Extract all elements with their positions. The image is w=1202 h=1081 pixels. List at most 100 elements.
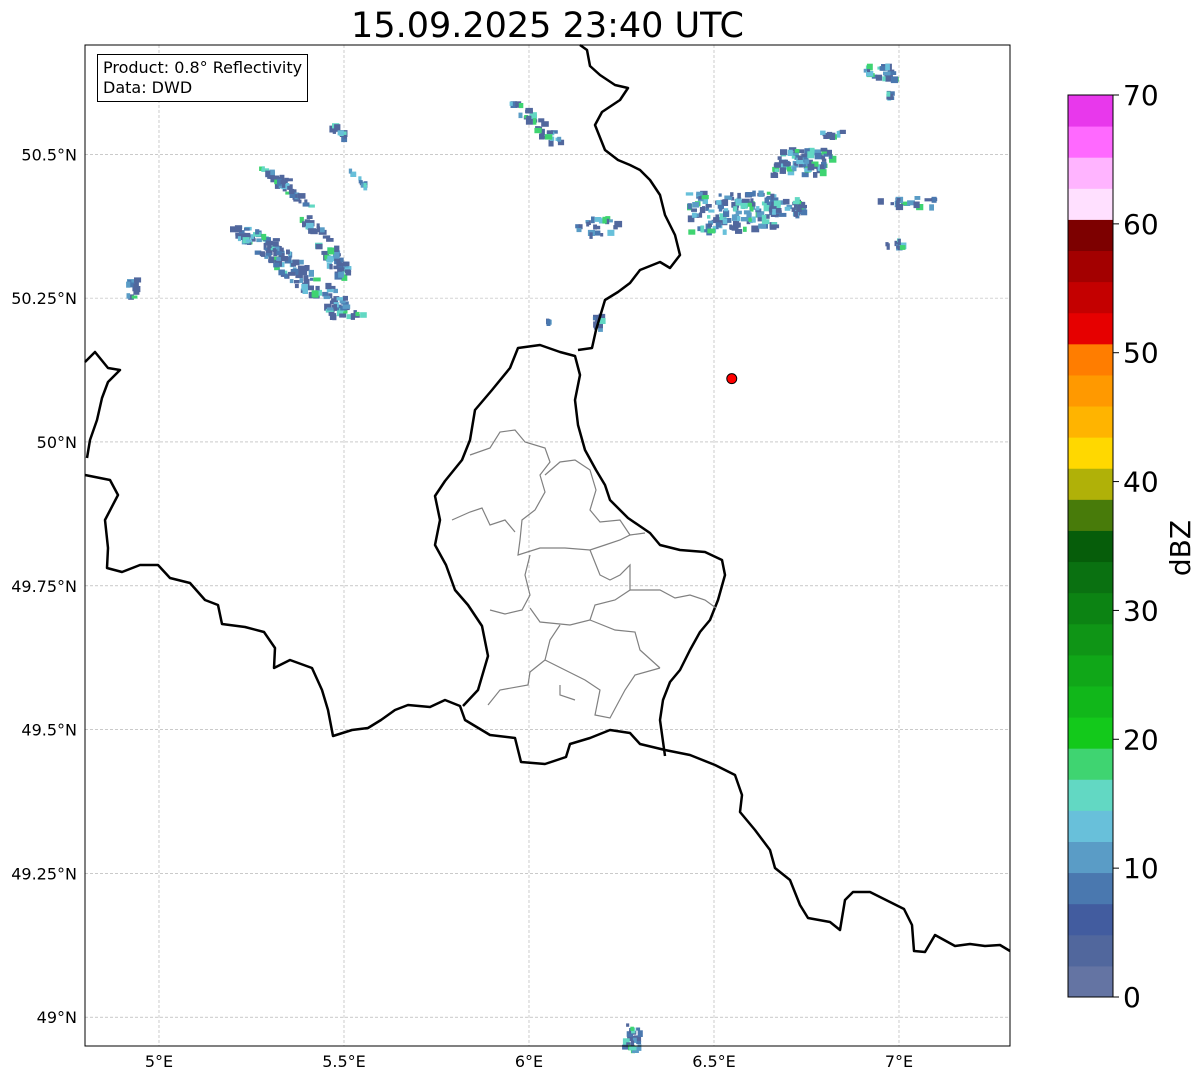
echo-cell	[265, 170, 271, 178]
echo-cell	[794, 149, 800, 153]
echo-cell	[306, 215, 313, 219]
echo-cell	[702, 206, 705, 211]
echo-cell	[802, 164, 806, 168]
echo-cell	[723, 208, 729, 212]
echo-cell	[820, 147, 828, 152]
district-line	[469, 429, 646, 556]
map-frame	[84, 44, 1011, 1047]
echo-cell	[777, 156, 782, 160]
echo-cell	[272, 248, 276, 252]
echo-cell	[899, 245, 906, 250]
echo-cell	[336, 261, 341, 267]
echo-cell	[826, 131, 833, 139]
echo-cell	[707, 223, 712, 228]
echo-cell	[351, 171, 357, 177]
echo-cell	[743, 210, 751, 215]
echo-cell	[302, 202, 310, 207]
colorbar	[1067, 94, 1114, 998]
echo-cell	[626, 1023, 630, 1027]
echo-cell	[734, 222, 741, 228]
echo-cell	[630, 1026, 634, 1031]
echo-cell	[718, 222, 722, 228]
border-line	[433, 343, 727, 757]
echo-cell	[718, 193, 722, 197]
district-line	[489, 554, 531, 615]
echo-cell	[737, 192, 741, 199]
colorbar-segment	[1068, 623, 1113, 656]
echo-cell	[518, 103, 524, 109]
colorbar-segment	[1068, 748, 1113, 780]
echo-cell	[740, 202, 748, 209]
echo-cell	[281, 183, 286, 188]
echo-cell	[698, 196, 702, 200]
echo-cell	[316, 226, 320, 233]
echo-cell	[237, 236, 241, 242]
echo-cell	[245, 239, 253, 243]
gridlines	[85, 45, 1010, 1046]
echo-cell	[557, 136, 562, 142]
echo-cell	[278, 269, 285, 276]
echo-cell	[306, 222, 314, 229]
echo-cell	[589, 232, 593, 239]
echo-cell	[707, 215, 711, 219]
colorbar-segment	[1068, 281, 1113, 314]
colorbar-tick-label: 70	[1123, 79, 1159, 112]
echo-cell	[297, 193, 306, 199]
echo-cell	[591, 216, 595, 224]
colorbar-segment	[1068, 95, 1113, 127]
lat-tick-label: 50.25°N	[11, 289, 77, 308]
echo-cell	[877, 198, 884, 205]
echo-cell	[774, 168, 779, 173]
echo-cell	[787, 149, 793, 156]
colorbar-segment	[1068, 468, 1113, 500]
echo-cell	[716, 200, 722, 205]
echo-cell	[329, 264, 333, 270]
echo-cell	[311, 290, 317, 298]
echo-cell	[778, 212, 787, 217]
echo-cell	[792, 166, 797, 172]
colorbar-tick-label: 0	[1123, 981, 1141, 1014]
echo-cell	[691, 208, 697, 212]
echo-cell	[546, 130, 554, 134]
echo-cell	[897, 238, 901, 246]
echo-cell	[636, 1027, 641, 1031]
echo-cell	[775, 208, 782, 213]
lon-tick-label: 6°E	[515, 1052, 543, 1071]
echo-cell	[294, 280, 300, 284]
echo-cell	[801, 172, 809, 178]
latitude-ticks: 49°N 49.25°N 49.5°N 49.75°N 50°N 50.25°N 50.5°…	[11, 145, 77, 1027]
border-line	[84, 473, 1011, 954]
colorbar-segment	[1068, 872, 1113, 905]
echo-cell	[355, 311, 360, 317]
echo-cell	[765, 196, 772, 200]
echo-cell	[534, 127, 542, 134]
echo-cell	[322, 291, 329, 297]
echo-cell	[308, 269, 314, 277]
echo-cell	[839, 129, 846, 134]
echo-cell	[783, 161, 790, 166]
echo-cell	[771, 208, 776, 215]
echo-cell	[751, 225, 760, 233]
echo-cell	[718, 204, 723, 212]
echo-cell	[722, 199, 728, 206]
echo-cell	[315, 285, 320, 291]
colorbar-segment	[1068, 530, 1113, 563]
colorbar-segment	[1068, 250, 1113, 283]
echo-cell	[685, 192, 694, 196]
colorbar-segment	[1068, 810, 1113, 842]
echo-cell	[337, 130, 344, 136]
echo-cell	[337, 267, 345, 272]
echo-cell	[707, 228, 716, 234]
echo-cell	[782, 167, 786, 174]
echo-cell	[799, 149, 805, 153]
district-line	[589, 619, 661, 669]
echo-cell	[782, 198, 790, 205]
echo-cell	[867, 69, 871, 73]
echo-cell	[319, 227, 325, 233]
district-line	[487, 624, 561, 706]
product-label: Product: 0.8° Reflectivity	[103, 58, 303, 77]
lat-tick-label: 50.5°N	[21, 145, 77, 164]
echo-cell	[342, 304, 351, 309]
district-line	[544, 459, 631, 536]
echo-cell	[594, 217, 602, 222]
